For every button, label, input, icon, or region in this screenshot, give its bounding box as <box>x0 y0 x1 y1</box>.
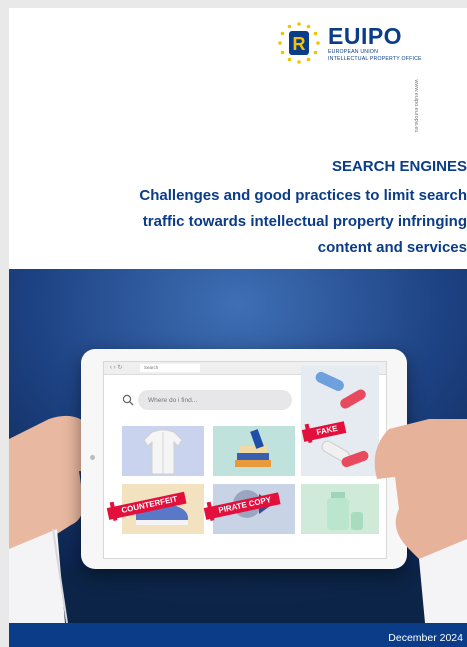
svg-text:R: R <box>293 34 306 54</box>
tablet-screen: ‹ › ↻ Search Where do i find... FAKE COU… <box>103 361 387 559</box>
subtitle-line-1: Challenges and good practices to limit s… <box>139 187 467 204</box>
title-block: SEARCH ENGINES Challenges and good pract… <box>139 158 467 261</box>
search-row <box>122 390 294 410</box>
exclamation-icon <box>109 501 118 521</box>
logo-subtitle: European Union Intellectual Property Off… <box>328 49 422 62</box>
publication-date: December 2024 <box>388 632 463 644</box>
cover-page: R EUIPO European Union Intellectual Prop… <box>9 8 467 647</box>
website-url: www.euipo.europa.eu <box>413 79 419 133</box>
books-icon <box>235 429 271 467</box>
tile-shirt <box>122 426 204 476</box>
euipo-logo: R EUIPO European Union Intellectual Prop… <box>277 21 467 67</box>
tile-books <box>213 426 295 476</box>
fake-badge-label: FAKE <box>315 423 339 438</box>
tablet-camera <box>90 455 95 460</box>
browser-tab: Search <box>140 364 200 372</box>
logo-subtitle-line-2: Intellectual Property Office <box>328 55 422 62</box>
search-input <box>138 390 292 410</box>
shirt-icon <box>143 429 183 475</box>
vertical-website-url: www.euipo.europa.eu <box>413 72 419 142</box>
logo-wordmark: EUIPO <box>328 23 403 49</box>
subtitle-line-2: traffic towards intellectual property in… <box>142 213 467 230</box>
hero-image: ‹ › ↻ Search Where do i find... FAKE COU… <box>9 269 467 623</box>
browser-nav-icon: ‹ › ↻ <box>110 365 123 371</box>
search-icon <box>122 394 134 406</box>
right-hand <box>374 419 467 623</box>
footer-bar: December 2024 <box>9 623 467 647</box>
euipo-emblem-icon: R <box>278 22 320 64</box>
document-title: SEARCH ENGINES <box>331 158 467 175</box>
subtitle-line-3: content and services <box>317 239 467 256</box>
